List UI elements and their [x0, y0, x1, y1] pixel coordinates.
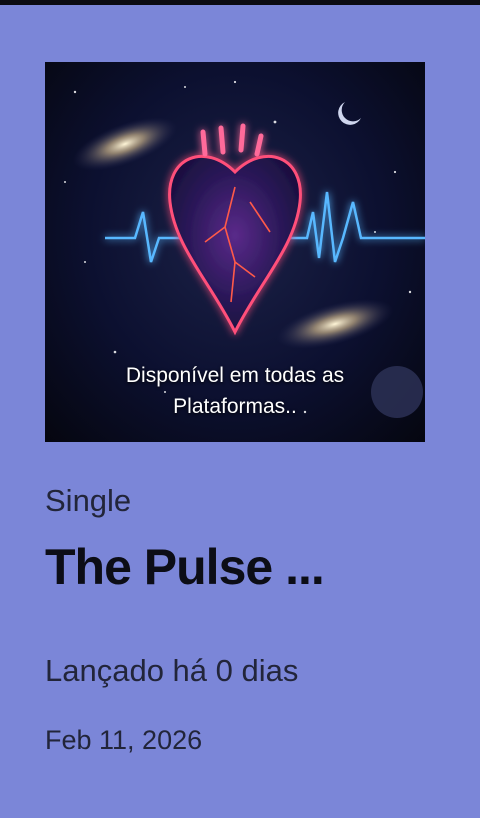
galaxy-right — [276, 299, 394, 349]
crescent-moon — [338, 102, 361, 125]
release-type-label: Single — [45, 483, 132, 518]
top-status-strip — [0, 0, 480, 5]
galaxy-left — [72, 117, 178, 171]
caption-line-1: Disponível em todas as — [125, 364, 345, 387]
album-cover[interactable]: Disponível em todas as Plataformas.. — [45, 62, 425, 442]
released-ago-text: Lançado há 0 dias — [45, 653, 299, 688]
heart-body — [168, 154, 302, 336]
caption-line-2: Plataformas.. — [173, 395, 297, 418]
heart-vessels — [200, 123, 264, 157]
release-date: Feb 11, 2026 — [45, 725, 203, 755]
release-title[interactable]: The Pulse ... — [45, 538, 325, 596]
cover-caption: Disponível em todas as Plataformas.. — [45, 360, 425, 422]
